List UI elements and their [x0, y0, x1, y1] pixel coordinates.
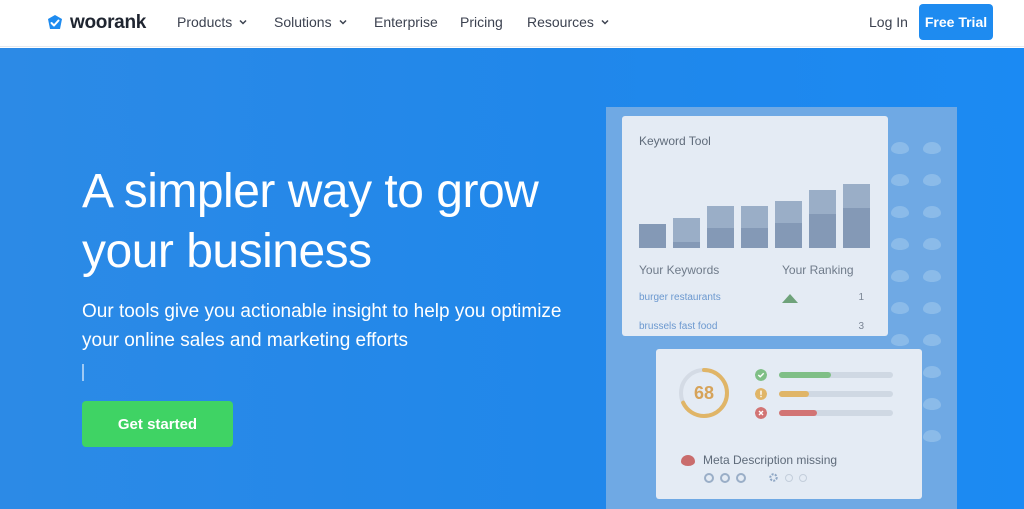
drop-shape [891, 206, 909, 218]
dot-icon [720, 472, 730, 483]
dot-icon [799, 473, 807, 482]
woorank-logo[interactable]: woorank [46, 12, 146, 34]
menu-item-label: Enterprise [374, 14, 438, 30]
top-nav: woorank Products Solutions Enterprise Pr… [0, 0, 1024, 47]
keyword-text: burger restaurants [639, 292, 721, 303]
keyword-row: burger restaurants 1 [639, 292, 872, 306]
keyword-row: brussels fast food 3 [639, 321, 872, 335]
status-track [779, 410, 893, 416]
get-started-button[interactable]: Get started [82, 401, 233, 447]
error-icon [755, 407, 767, 419]
hero-headline: A simpler way to grow your business [82, 165, 539, 278]
drop-shape [891, 174, 909, 186]
error-tag-icon [681, 455, 695, 466]
bar [639, 224, 666, 248]
bar [843, 184, 870, 248]
menu-item-resources[interactable]: Resources [527, 14, 610, 30]
bar [673, 218, 700, 248]
seo-score-card: 68 Meta Description missing [656, 349, 922, 499]
status-fill [779, 410, 817, 416]
bar [809, 190, 836, 248]
pagination-dots [704, 472, 807, 483]
bar [741, 206, 768, 248]
score-value: 68 [693, 383, 715, 403]
warning-icon [755, 388, 767, 400]
keyword-tool-card: Keyword Tool Your Keywords Your Ranking … [622, 116, 888, 336]
keyword-rank: 1 [858, 292, 864, 303]
drop-shape [923, 398, 941, 410]
drop-shape [923, 270, 941, 282]
hero-section: A simpler way to grow your business Our … [0, 48, 1024, 509]
status-track [779, 372, 893, 378]
drop-shape [923, 302, 941, 314]
product-illustration: Keyword Tool Your Keywords Your Ranking … [606, 107, 957, 509]
chevron-down-icon [239, 19, 247, 25]
status-fill [779, 372, 832, 378]
hero-subtext: Our tools give you actionable insight to… [82, 301, 562, 351]
dot-icon [736, 472, 746, 483]
status-track [779, 391, 893, 397]
bar [775, 201, 802, 248]
menu-item-label: Resources [527, 14, 594, 30]
keyword-rank: 3 [858, 321, 864, 332]
drop-shape [923, 238, 941, 250]
logo-text: woorank [70, 12, 147, 33]
chevron-down-icon [601, 19, 609, 25]
trend-up-icon [782, 294, 798, 303]
chevron-down-icon [339, 19, 347, 25]
drop-shape [923, 174, 941, 186]
menu-item-enterprise[interactable]: Enterprise [374, 14, 438, 30]
free-trial-button[interactable]: Free Trial [919, 4, 993, 40]
menu-item-solutions[interactable]: Solutions [274, 14, 348, 30]
dot-icon [704, 472, 714, 483]
drop-shape [923, 430, 941, 442]
drop-shape [891, 302, 909, 314]
keyword-bar-graphic [639, 160, 873, 248]
drop-shape [923, 142, 941, 154]
check-icon [755, 369, 767, 381]
menu-item-label: Products [177, 14, 233, 30]
dot-icon [785, 473, 793, 482]
ranking-column-header: Your Ranking [782, 263, 854, 277]
drop-shape [891, 270, 909, 282]
drop-shape [923, 366, 941, 378]
drop-shape [891, 238, 909, 250]
check-badge-icon [48, 15, 62, 29]
keyword-tool-title: Keyword Tool [639, 134, 711, 148]
keywords-column-header: Your Keywords [639, 263, 720, 277]
status-fill [779, 391, 809, 397]
drop-shape [891, 334, 909, 346]
menu-item-label: Solutions [274, 14, 332, 30]
keyword-text: brussels fast food [639, 321, 718, 332]
drop-shape [923, 334, 941, 346]
drop-shape [891, 142, 909, 154]
gear-icon [769, 473, 778, 482]
bar [707, 206, 734, 248]
issue-text: Meta Description missing [703, 453, 838, 467]
menu-item-label: Pricing [460, 14, 503, 30]
drop-shape [923, 206, 941, 218]
login-link[interactable]: Log In [869, 14, 908, 30]
menu-item-pricing[interactable]: Pricing [460, 14, 503, 30]
menu-item-products[interactable]: Products [177, 14, 248, 30]
text-cursor [82, 364, 84, 381]
